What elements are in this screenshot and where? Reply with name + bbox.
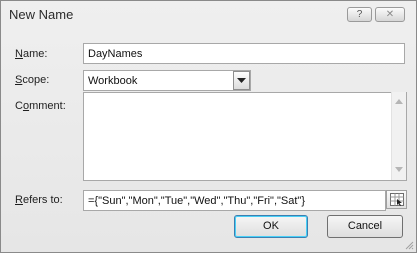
collapse-dialog-button[interactable] [386, 190, 407, 209]
comment-label: Comment: [15, 100, 66, 112]
scope-select[interactable]: Workbook [83, 70, 251, 91]
comment-scrollbar[interactable] [391, 92, 406, 180]
scope-dropdown-button[interactable] [233, 71, 250, 90]
new-name-dialog: New Name ? ✕ Name: DayNames Scope: Workb… [0, 0, 417, 253]
refers-to-label: Refers to: [15, 194, 63, 206]
close-icon: ✕ [385, 9, 395, 20]
close-button[interactable]: ✕ [375, 7, 405, 22]
question-mark-icon: ? [356, 9, 363, 20]
refers-to-input[interactable]: ={"Sun","Mon","Tue","Wed","Thu","Fri","S… [83, 190, 386, 211]
collapse-dialog-icon [390, 193, 404, 206]
help-button[interactable]: ? [347, 7, 372, 22]
scroll-up-icon[interactable] [395, 99, 403, 104]
dialog-title: New Name [9, 7, 74, 22]
comment-textarea[interactable] [83, 92, 407, 181]
title-bar: New Name ? ✕ [1, 1, 416, 29]
refers-to-value: ={"Sun","Mon","Tue","Wed","Thu","Fri","S… [88, 195, 306, 207]
chevron-down-icon [237, 78, 246, 83]
ok-button[interactable]: OK [234, 215, 308, 238]
scope-value: Workbook [88, 75, 138, 87]
name-value: DayNames [88, 48, 143, 60]
resize-grip-icon[interactable] [404, 240, 414, 250]
scope-label: Scope: [15, 74, 50, 86]
name-label: Name: [15, 48, 48, 60]
name-input[interactable]: DayNames [83, 43, 405, 64]
scroll-down-icon[interactable] [395, 167, 403, 172]
cancel-button[interactable]: Cancel [327, 215, 403, 238]
